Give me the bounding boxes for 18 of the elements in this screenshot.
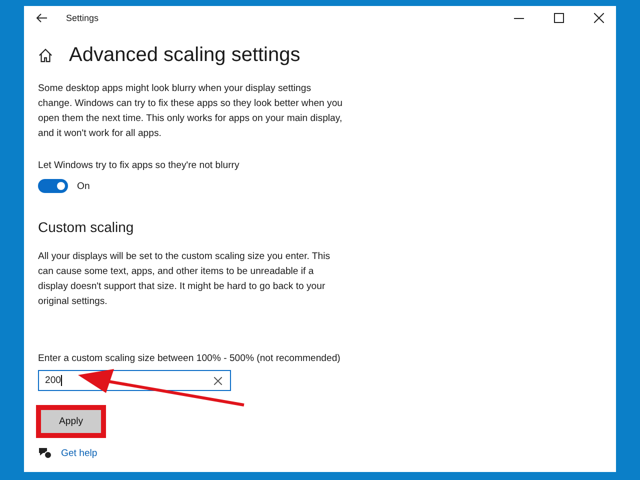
home-icon[interactable]	[38, 48, 53, 63]
page-title: Advanced scaling settings	[69, 44, 300, 67]
section-heading: Custom scaling	[38, 219, 134, 235]
back-arrow-icon[interactable]	[36, 13, 48, 23]
scaling-input[interactable]: 200	[38, 370, 231, 391]
intro-text: Some desktop apps might look blurry when your display settings change. Windows can try to fix these apps so they look better when you open them the next time. This only works for apps on your main display, and it won't work for all apps.	[38, 82, 343, 141]
toggle-switch[interactable]	[38, 179, 68, 193]
toggle-state: On	[77, 180, 90, 192]
clear-icon[interactable]	[214, 376, 222, 384]
close-icon[interactable]	[594, 13, 604, 23]
description-text: All your displays will be set to the custom scaling size you enter. This can cause some text, apps, and other items to be unreadable if a display doesn't support that size. It might be hard to go back to your original settings.	[38, 250, 332, 309]
apply-button[interactable]: Apply	[41, 410, 101, 433]
chat-bubbles-icon	[38, 447, 52, 459]
field-label: Enter a custom scaling size between 100% - 500% (not recommended)	[38, 353, 340, 364]
get-help-link[interactable]: Get help	[61, 448, 98, 458]
maximize-icon[interactable]	[554, 13, 564, 23]
toggle-label: Let Windows try to fix apps so they're not blurry	[38, 160, 240, 171]
window-title: Settings	[66, 13, 99, 23]
